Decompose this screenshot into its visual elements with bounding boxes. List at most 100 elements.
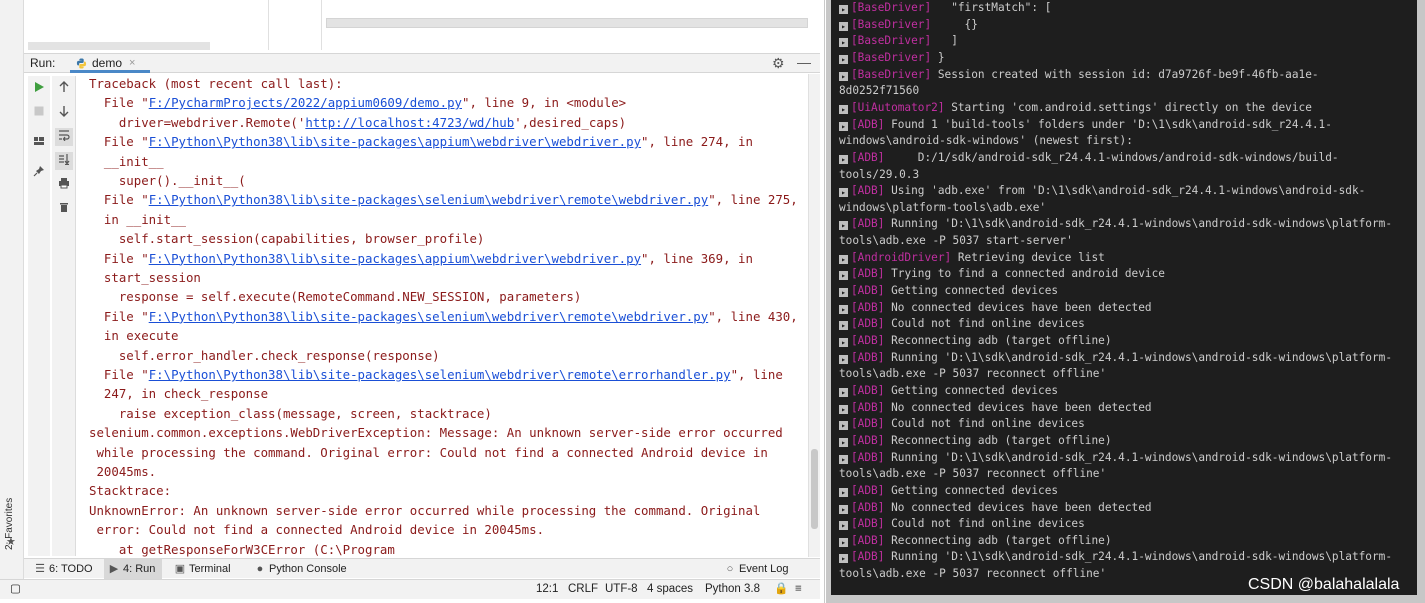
console-line: start_session	[89, 268, 201, 287]
event-log-icon: ○	[726, 563, 734, 575]
console-text: UnknownError: An unknown server-side err…	[89, 502, 761, 518]
run-label: Run:	[30, 56, 56, 70]
stop-button[interactable]	[30, 104, 48, 122]
log-marker-icon: ▸	[839, 188, 848, 198]
print-button[interactable]	[55, 176, 73, 194]
tab-run-label: 4: Run	[123, 563, 156, 575]
minimize-icon[interactable]: —	[797, 54, 811, 70]
terminal-line: ▸ [BaseDriver] }	[839, 50, 945, 67]
log-tag: [ADB]	[851, 217, 885, 231]
log-text: Getting connected devices	[891, 483, 1059, 497]
log-tag: [ADB]	[851, 117, 885, 131]
log-tag: [ADB]	[851, 350, 885, 364]
log-marker-icon: ▸	[839, 554, 848, 564]
log-tag: [ADB]	[851, 500, 885, 514]
log-marker-icon: ▸	[839, 21, 848, 31]
caret-position[interactable]: 12:1	[536, 580, 558, 599]
pin-button[interactable]	[30, 164, 48, 182]
log-text: ]	[937, 34, 958, 48]
log-text: tools\adb.exe -P 5037 start-server'	[839, 234, 1073, 248]
tab-python-console[interactable]: ● Python Console	[250, 559, 360, 579]
console-line: raise exception_class(message, screen, s…	[89, 404, 492, 423]
log-tag: [ADB]	[851, 150, 885, 164]
tab-demo[interactable]: demo ×	[70, 54, 150, 73]
tab-run[interactable]: ▶ 4: Run	[104, 559, 162, 579]
file-link[interactable]: http://localhost:4723/wd/hub	[305, 115, 514, 130]
panel-toggle-icon[interactable]: ▢	[10, 580, 21, 599]
file-link[interactable]: F:\Python\Python38\lib\site-packages\app…	[149, 251, 641, 266]
event-log-button[interactable]: ○ Event Log	[720, 559, 800, 579]
log-text: Reconnecting adb (target offline)	[891, 533, 1112, 547]
soft-wrap-button[interactable]	[55, 128, 73, 146]
file-link[interactable]: F:/PycharmProjects/2022/appium0609/demo.…	[149, 95, 462, 110]
scroll-to-end-button[interactable]	[55, 152, 73, 170]
log-text: windows\android-sdk-windows' (newest fir…	[839, 134, 1133, 148]
list-icon: ☰	[35, 563, 45, 575]
log-marker-icon: ▸	[839, 521, 848, 531]
event-log-label: Event Log	[739, 563, 789, 575]
log-text: No connected devices have been detected	[891, 300, 1152, 314]
scrollbar-thumb[interactable]	[811, 449, 818, 529]
python-interpreter[interactable]: Python 3.8	[705, 580, 760, 599]
gear-icon[interactable]: ⚙	[772, 55, 785, 72]
line-separator[interactable]: CRLF	[568, 580, 598, 599]
editor-horizontal-scrollbar[interactable]	[326, 18, 808, 28]
editor-left-gutter	[0, 0, 24, 53]
log-text: No connected devices have been detected	[891, 400, 1152, 414]
terminal-line: tools\adb.exe -P 5037 start-server'	[839, 233, 1073, 250]
console-line: __init__	[89, 152, 164, 171]
tab-demo-label: demo	[92, 56, 123, 70]
rerun-button[interactable]	[30, 80, 48, 98]
log-tag: [ADB]	[851, 334, 885, 347]
console-line: File "F:\Python\Python38\lib\site-packag…	[89, 249, 753, 268]
log-marker-icon: ▸	[839, 104, 848, 114]
terminal-line: ▸ [ADB] Reconnecting adb (target offline)	[839, 333, 1112, 350]
file-link[interactable]: F:\Python\Python38\lib\site-packages\sel…	[149, 367, 731, 382]
terminal-line: ▸ [UiAutomator2] Starting 'com.android.se…	[839, 100, 1312, 117]
editor-area[interactable]	[0, 0, 820, 53]
arrow-up-icon	[59, 81, 69, 92]
tab-todo[interactable]: ☰ 6: TODO	[30, 559, 96, 579]
appium-terminal-output[interactable]: ▸ [BaseDriver] "firstMatch": [▸ [BaseDrive…	[831, 0, 1417, 595]
console-line: File "F:/PycharmProjects/2022/appium0609…	[89, 93, 626, 112]
close-icon[interactable]: ×	[129, 54, 135, 73]
console-text: ", line 430,	[708, 308, 798, 324]
console-text: File "	[89, 134, 149, 150]
console-vertical-scrollbar[interactable]	[808, 74, 820, 557]
log-text: Running 'D:\1\sdk\android-sdk_r24.4.1-wi…	[891, 550, 1393, 564]
run-console-output[interactable]: Traceback (most recent call last): File …	[78, 74, 808, 557]
scroll-up-button[interactable]	[55, 80, 73, 98]
terminal-line: ▸ [ADB] Getting connected devices	[839, 483, 1058, 500]
star-icon[interactable]: ★	[6, 535, 16, 548]
clear-button[interactable]	[55, 200, 73, 218]
terminal-line: ▸ [ADB] Could not find online devices	[839, 516, 1085, 533]
indent-setting[interactable]: 4 spaces	[647, 580, 693, 599]
terminal-line: ▸ [AndroidDriver] Retrieving device list	[839, 250, 1105, 267]
log-text: Running 'D:\1\sdk\android-sdk_r24.4.1-wi…	[891, 217, 1393, 231]
play-icon	[35, 82, 44, 92]
editor-scrollbar-left[interactable]	[28, 42, 210, 50]
trash-icon	[60, 203, 68, 212]
console-text: while processing the command. Original e…	[89, 444, 768, 460]
terminal-line: ▸ [ADB] D:/1/sdk/android-sdk_r24.4.1-wind…	[839, 150, 1339, 167]
file-encoding[interactable]: UTF-8	[605, 580, 638, 599]
scroll-down-button[interactable]	[55, 104, 73, 122]
file-link[interactable]: F:\Python\Python38\lib\site-packages\app…	[149, 134, 641, 149]
terminal-line: ▸ [ADB] No connected devices have been de…	[839, 300, 1152, 317]
lock-icon[interactable]: 🔒	[774, 580, 788, 599]
file-link[interactable]: F:\Python\Python38\lib\site-packages\sel…	[149, 192, 709, 207]
console-text: ", line 9, in <module>	[462, 95, 627, 111]
console-line: response = self.execute(RemoteCommand.NE…	[89, 287, 582, 306]
log-marker-icon: ▸	[839, 537, 848, 547]
terminal-line: ▸ [ADB] Could not find online devices	[839, 416, 1085, 433]
file-link[interactable]: F:\Python\Python38\lib\site-packages\sel…	[149, 309, 709, 324]
tab-python-console-label: Python Console	[269, 563, 347, 575]
git-icon[interactable]: ≡	[795, 580, 802, 599]
log-marker-icon: ▸	[839, 387, 848, 397]
tab-terminal[interactable]: ▣ Terminal	[170, 559, 242, 579]
run-toolbar-left	[28, 76, 50, 556]
log-marker-icon: ▸	[839, 487, 848, 497]
terminal-line: ▸ [ADB] Reconnecting adb (target offline)	[839, 533, 1112, 550]
layout-button[interactable]	[30, 134, 48, 152]
console-line: driver=webdriver.Remote('http://localhos…	[89, 113, 626, 132]
